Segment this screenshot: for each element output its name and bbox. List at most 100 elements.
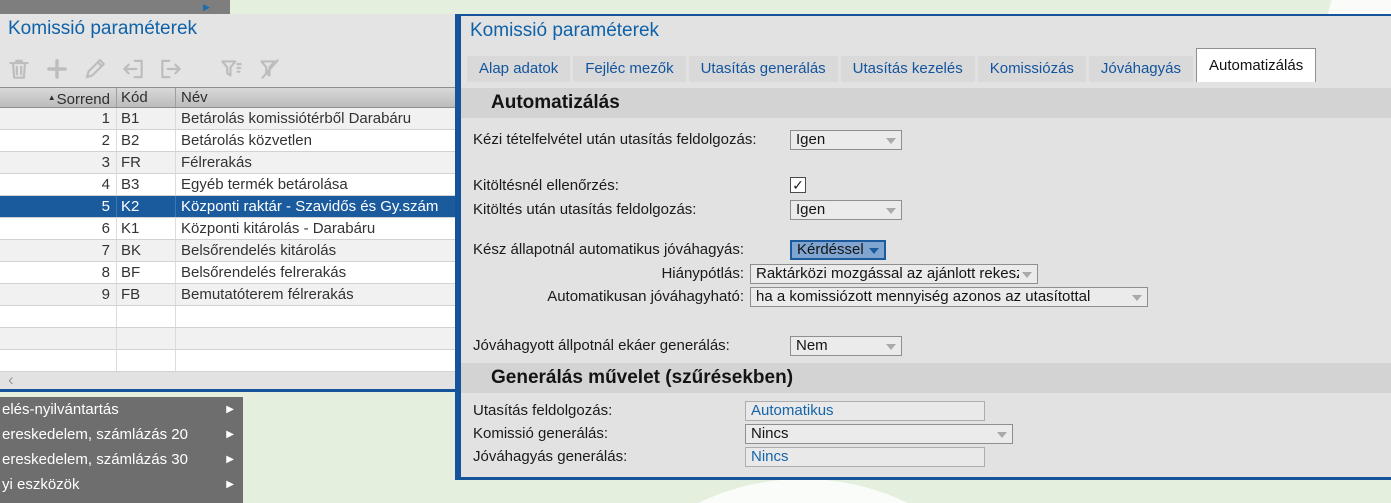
background-arc-decoration — [588, 479, 1018, 503]
table-row[interactable]: 6K1Központi kitárolás - Darabáru — [0, 218, 455, 240]
table-row[interactable]: 1B1Betárolás komissiótérből Darabáru — [0, 108, 455, 130]
cell-empty — [0, 328, 117, 349]
chevron-down-icon — [997, 432, 1007, 438]
cell-nev: Bemutatóterem félrerakás — [176, 284, 455, 305]
cell-nev: Betárolás közvetlen — [176, 130, 455, 151]
menu-item[interactable]: ereskedelem, számlázás 30▶ — [0, 447, 243, 472]
cell-sorrend: 1 — [0, 108, 117, 129]
cell-nev: Központi kitárolás - Darabáru — [176, 218, 455, 239]
field-label: Utasítás feldolgozás: — [473, 401, 612, 421]
jovahagyas-generalas-field[interactable]: Nincs — [745, 447, 985, 467]
submenu-arrow-icon: ▶ — [226, 422, 234, 447]
filter-icon[interactable] — [218, 56, 244, 82]
menu-item[interactable]: elés-nyilvántartás▶ — [0, 397, 243, 422]
section-header-generalas: Generálás művelet (szűrésekben) — [461, 363, 1391, 393]
utasitas-feldolgozas-field[interactable]: Automatikus — [745, 401, 985, 421]
table-row-empty — [0, 306, 455, 328]
tab-alap-adatok[interactable]: Alap adatok — [467, 56, 570, 82]
detail-panel-inner: Komissió paraméterek Alap adatokFejléc m… — [461, 16, 1391, 477]
tab-utasitas-kezeles[interactable]: Utasítás kezelés — [841, 56, 975, 82]
table-row[interactable]: 4B3Egyéb termék betárolása — [0, 174, 455, 196]
sort-asc-icon: ▲ — [48, 93, 56, 102]
automatikusan-jovahagyhato-select[interactable]: ha a komissiózott mennyiség azonos az ut… — [750, 287, 1148, 307]
select-value: Igen — [796, 131, 883, 149]
horizontal-scrollbar[interactable]: ‹ — [0, 372, 455, 389]
field-row-automatikusan: Automatikusan jóváhagyható: ha a komissi… — [461, 287, 1391, 307]
field-label: Komissió generálás: — [473, 424, 608, 444]
field-row-kezi: Kézi tételfelvétel után utasítás feldolg… — [461, 130, 1391, 150]
chevron-down-icon — [1132, 295, 1142, 301]
field-label: Kész állapotnál automatikus jóváhagyás: — [473, 240, 744, 260]
section-header-automatizalas: Automatizálás — [461, 88, 1391, 118]
cell-nev: Belsőrendelés felrerakás — [176, 262, 455, 283]
hianypotlas-select[interactable]: Raktárközi mozgással az ajánlott rekeszb… — [750, 264, 1038, 284]
list-panel: Komissió paraméterek ▲SorrendKódNév 1B1B… — [0, 14, 455, 392]
table-row[interactable]: 3FRFélrerakás — [0, 152, 455, 174]
expand-panel-arrow-icon[interactable]: ▶ — [203, 0, 210, 14]
tab-jovahagyas[interactable]: Jóváhagyás — [1089, 56, 1193, 82]
cell-empty — [117, 306, 176, 327]
list-panel-title: Komissió paraméterek — [8, 18, 197, 40]
field-label: Kitöltés után utasítás feldolgozás: — [473, 200, 696, 220]
select-value: Igen — [796, 201, 883, 219]
parameters-table: ▲SorrendKódNév 1B1Betárolás komissiótérb… — [0, 87, 455, 372]
table-row[interactable]: 5K2Központi raktár - Szavidős és Gy.szám — [0, 196, 455, 218]
field-row-utasitas-feldolgozas: Utasítás feldolgozás: Automatikus — [461, 401, 1391, 421]
section-heading-text: Generálás művelet (szűrésekben) — [491, 367, 793, 388]
column-header-nev[interactable]: Név — [176, 88, 455, 107]
clear-filter-icon[interactable] — [256, 56, 282, 82]
collapsed-panel-strip: ▶ — [0, 0, 230, 14]
menu-item[interactable]: yi eszközök▶ — [0, 472, 243, 497]
tab-utasitas-generalas[interactable]: Utasítás generálás — [689, 56, 838, 82]
cell-empty — [176, 306, 455, 327]
move-out-icon[interactable] — [120, 56, 146, 82]
cell-empty — [0, 306, 117, 327]
field-label: Hiánypótlás: — [461, 264, 744, 284]
kesz-jovahagyas-select[interactable]: Kérdéssel — [790, 240, 886, 260]
kezi-feldolgozas-select[interactable]: Igen — [790, 130, 902, 150]
tab-komissiozas[interactable]: Komissiózás — [978, 56, 1086, 82]
komissio-generalas-select[interactable]: Nincs — [745, 424, 1013, 444]
chevron-down-icon — [886, 208, 896, 214]
cell-sorrend: 7 — [0, 240, 117, 261]
cell-sorrend: 8 — [0, 262, 117, 283]
tab-fejlec-mezok[interactable]: Fejléc mezők — [573, 56, 685, 82]
tab-automatizalas[interactable]: Automatizálás — [1196, 48, 1316, 82]
cell-nev: Központi raktár - Szavidős és Gy.szám — [176, 196, 455, 217]
chevron-down-icon — [886, 138, 896, 144]
field-label: Jóváhagyás generálás: — [473, 447, 627, 467]
cell-kod: B3 — [117, 174, 176, 195]
add-icon[interactable] — [44, 56, 70, 82]
edit-icon[interactable] — [82, 56, 108, 82]
table-row[interactable]: 8BFBelsőrendelés felrerakás — [0, 262, 455, 284]
menu-item-label: ereskedelem, számlázás 20 — [2, 426, 188, 443]
menu-item[interactable]: ámfejtés▶ — [0, 497, 243, 503]
table-row[interactable]: 9FBBemutatóterem félrerakás — [0, 284, 455, 306]
menu-item-label: ereskedelem, számlázás 30 — [2, 451, 188, 468]
cell-empty — [117, 328, 176, 349]
cell-kod: BK — [117, 240, 176, 261]
column-header-kod[interactable]: Kód — [117, 88, 176, 107]
cell-kod: K2 — [117, 196, 176, 217]
table-row[interactable]: 2B2Betárolás közvetlen — [0, 130, 455, 152]
cell-nev: Belsőrendelés kitárolás — [176, 240, 455, 261]
select-value: Kérdéssel — [797, 242, 866, 258]
select-value: Nem — [796, 337, 883, 355]
submenu-arrow-icon: ▶ — [226, 497, 234, 503]
kitoltes-utan-select[interactable]: Igen — [790, 200, 902, 220]
trash-icon[interactable] — [6, 56, 32, 82]
cell-empty — [176, 328, 455, 349]
column-header-sorrend[interactable]: ▲Sorrend — [0, 88, 117, 107]
cell-kod: B1 — [117, 108, 176, 129]
kitoltesnel-checkbox[interactable]: ✓ — [790, 177, 806, 193]
cell-kod: BF — [117, 262, 176, 283]
move-in-icon[interactable] — [158, 56, 184, 82]
scroll-left-arrow-icon[interactable]: ‹ — [8, 370, 14, 390]
chevron-down-icon — [869, 248, 879, 254]
table-row[interactable]: 7BKBelsőrendelés kitárolás — [0, 240, 455, 262]
ekaer-generalas-select[interactable]: Nem — [790, 336, 902, 356]
chevron-down-icon — [1022, 272, 1032, 278]
menu-item[interactable]: ereskedelem, számlázás 20 ▶ — [0, 422, 243, 447]
cell-sorrend: 3 — [0, 152, 117, 173]
submenu-arrow-icon: ▶ — [226, 397, 234, 422]
